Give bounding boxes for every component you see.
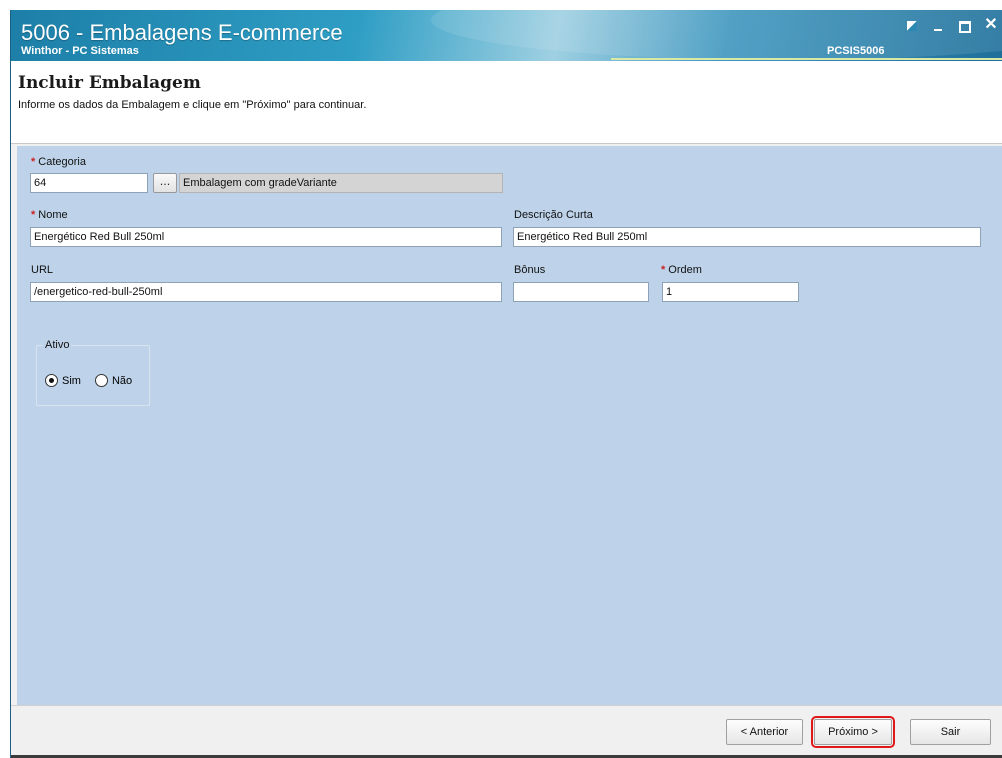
ativo-nao-radio[interactable] <box>94 374 108 387</box>
bonus-label: Bônus <box>514 264 546 276</box>
window-title: 5006 - Embalagens E-commerce <box>21 20 343 45</box>
wizard-header: Incluir Embalagem Informe os dados da Em… <box>11 61 1002 144</box>
categoria-code-input[interactable]: 64 <box>30 173 148 193</box>
close-icon[interactable]: ✕ <box>983 17 999 34</box>
form-panel: * Categoria 64 ... Embalagem com gradeVar… <box>17 146 1002 705</box>
url-label: URL <box>31 264 54 276</box>
ativo-sim-label[interactable]: Sim <box>62 375 81 387</box>
categoria-lookup-button[interactable]: ... <box>153 173 177 193</box>
ativo-label: Ativo <box>43 339 72 351</box>
bonus-input[interactable] <box>513 282 649 302</box>
required-marker: * <box>31 156 36 168</box>
window-subtitle: Winthor - PC Sistemas <box>21 45 139 57</box>
nome-label: * Nome <box>31 209 68 221</box>
title-accent-line <box>611 58 1002 60</box>
required-marker: * <box>661 264 666 276</box>
window-controls: ✕ <box>905 17 999 34</box>
descricao-curta-label: Descrição Curta <box>514 209 593 221</box>
ativo-nao-label[interactable]: Não <box>112 375 132 387</box>
page-description: Informe os dados da Embalagem e clique e… <box>18 99 367 111</box>
restore-icon[interactable] <box>905 18 921 34</box>
sair-button[interactable]: Sair <box>910 719 991 745</box>
wizard-footer: < Anterior Próximo > Sair <box>11 705 1002 758</box>
routine-code: PCSIS5006 <box>827 45 885 57</box>
ativo-sim-radio[interactable] <box>45 374 58 387</box>
proximo-button[interactable]: Próximo > <box>811 716 895 748</box>
nome-input[interactable]: Energético Red Bull 250ml <box>30 227 502 247</box>
title-bar[interactable]: 5006 - Embalagens E-commerce Winthor - P… <box>11 10 1002 61</box>
categoria-description-field: Embalagem com gradeVariante <box>179 173 503 193</box>
ordem-label: * Ordem <box>661 264 702 276</box>
minimize-icon[interactable] <box>931 18 947 34</box>
descricao-curta-input[interactable]: Energético Red Bull 250ml <box>513 227 981 247</box>
required-marker: * <box>31 209 36 221</box>
maximize-icon[interactable] <box>957 18 973 34</box>
ordem-input[interactable]: 1 <box>662 282 799 302</box>
anterior-button[interactable]: < Anterior <box>726 719 803 745</box>
application-window: 5006 - Embalagens E-commerce Winthor - P… <box>10 10 1002 758</box>
categoria-label: * Categoria <box>31 156 86 168</box>
url-input[interactable]: /energetico-red-bull-250ml <box>30 282 502 302</box>
page-title: Incluir Embalagem <box>18 73 201 93</box>
ativo-radio-group: Sim Não <box>45 374 142 387</box>
